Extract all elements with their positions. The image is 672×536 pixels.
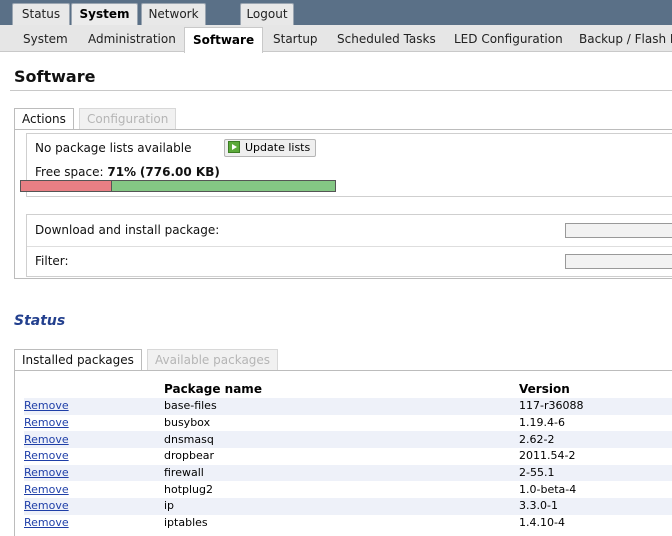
top-tab-system[interactable]: System: [71, 3, 138, 26]
top-tab-status[interactable]: Status: [12, 3, 70, 25]
table-row: Remove ip 3.3.0-1: [24, 498, 672, 515]
no-lists-text: No package lists available: [35, 141, 192, 155]
tab-actions[interactable]: Actions: [14, 108, 74, 130]
table-row: Remove base-files 117-r36088: [24, 398, 672, 415]
free-space-fill: [112, 181, 335, 191]
free-space-bar: [20, 180, 336, 192]
package-name: base-files: [164, 398, 519, 415]
remove-cell: Remove: [24, 398, 164, 415]
header-action: [24, 380, 164, 398]
sub-tab-software[interactable]: Software: [184, 27, 264, 53]
play-icon: [228, 141, 240, 153]
remove-cell: Remove: [24, 415, 164, 432]
package-version: 117-r36088: [519, 398, 672, 415]
package-version: 2.62-2: [519, 431, 672, 449]
remove-link[interactable]: Remove: [24, 433, 69, 446]
package-name: iptables: [164, 516, 208, 530]
sub-tab-led-configuration[interactable]: LED Configuration: [454, 31, 563, 47]
top-menu: Status System Network Logout: [0, 0, 672, 26]
top-tab-logout[interactable]: Logout: [240, 3, 294, 25]
package-name: hotplug2: [164, 482, 214, 496]
page-title: Software: [14, 67, 96, 86]
filter-input[interactable]: [565, 254, 672, 269]
free-space-label: Free space:: [35, 165, 104, 179]
table-row: Remove hotplug2 1.0-beta-4: [24, 481, 672, 498]
free-space-percent: 71%: [107, 165, 137, 179]
filter-label: Filter:: [35, 254, 69, 268]
remove-cell: Remove: [24, 498, 164, 515]
remove-cell: Remove: [24, 515, 164, 532]
tab-installed-packages[interactable]: Installed packages: [14, 349, 142, 371]
package-version: 3.3.0-1: [519, 498, 672, 515]
sub-tab-administration[interactable]: Administration: [88, 31, 176, 47]
title-divider: [10, 90, 672, 91]
top-tab-network[interactable]: Network: [141, 3, 206, 25]
package-name: firewall: [164, 464, 519, 482]
tab-configuration[interactable]: Configuration: [79, 108, 177, 130]
table-row: Remove iptables 1.4.10-4: [24, 515, 672, 532]
packages-table: Package name Version Remove base-files 117…: [24, 380, 672, 532]
remove-link[interactable]: Remove: [24, 416, 69, 429]
free-space-text: Free space: 71% (776.00 KB): [35, 165, 220, 179]
package-version: 2-55.1: [519, 464, 672, 482]
table-row: Remove dropbear 2011.54-2: [24, 448, 672, 465]
remove-link[interactable]: Remove: [24, 483, 69, 496]
package-name: busybox: [164, 416, 211, 430]
remove-link[interactable]: Remove: [24, 499, 69, 512]
package-name: dropbear: [164, 449, 214, 463]
header-package-name: Package name: [164, 382, 262, 396]
package-name: dnsmasq: [164, 431, 519, 449]
packages-table-body: Remove base-files 117-r36088 Remove busybox 1…: [24, 398, 672, 532]
package-version: 1.19.4-6: [519, 416, 565, 430]
remove-cell: Remove: [24, 481, 164, 498]
free-space-amount: (776.00 KB): [139, 165, 220, 179]
sub-tab-backup-flash[interactable]: Backup / Flash F: [579, 31, 672, 47]
table-header-row: Package name Version: [24, 380, 672, 398]
table-row: Remove firewall 2-55.1: [24, 464, 672, 482]
remove-cell: Remove: [24, 448, 164, 465]
sub-menu: System Administration Software Startup S…: [0, 25, 672, 53]
update-lists-label: Update lists: [245, 141, 311, 154]
package-url-input[interactable]: [565, 223, 672, 238]
remove-cell: Remove: [24, 464, 164, 482]
package-name: ip: [164, 498, 519, 515]
update-lists-button[interactable]: Update lists: [224, 139, 317, 157]
content-area: Software Actions Configuration No packag…: [0, 53, 672, 536]
header-version: Version: [519, 382, 570, 396]
sub-tab-scheduled-tasks[interactable]: Scheduled Tasks: [337, 31, 436, 47]
install-filter-box: Download and install package: Filter:: [26, 214, 672, 277]
remove-link[interactable]: Remove: [24, 516, 69, 529]
remove-cell: Remove: [24, 431, 164, 449]
tab-available-packages[interactable]: Available packages: [147, 349, 279, 371]
sub-tab-system[interactable]: System: [23, 31, 68, 47]
package-version: 2011.54-2: [519, 449, 576, 463]
download-install-label: Download and install package:: [35, 223, 220, 237]
table-row: Remove busybox 1.19.4-6: [24, 415, 672, 432]
remove-link[interactable]: Remove: [24, 449, 69, 462]
package-version: 1.4.10-4: [519, 516, 565, 530]
row-divider: [27, 246, 672, 247]
status-title: Status: [14, 313, 66, 329]
sub-tab-startup[interactable]: Startup: [273, 31, 318, 47]
used-space-fill: [21, 181, 112, 191]
package-version: 1.0-beta-4: [519, 482, 577, 496]
remove-link[interactable]: Remove: [24, 466, 69, 479]
remove-link[interactable]: Remove: [24, 399, 69, 412]
table-row: Remove dnsmasq 2.62-2: [24, 431, 672, 449]
